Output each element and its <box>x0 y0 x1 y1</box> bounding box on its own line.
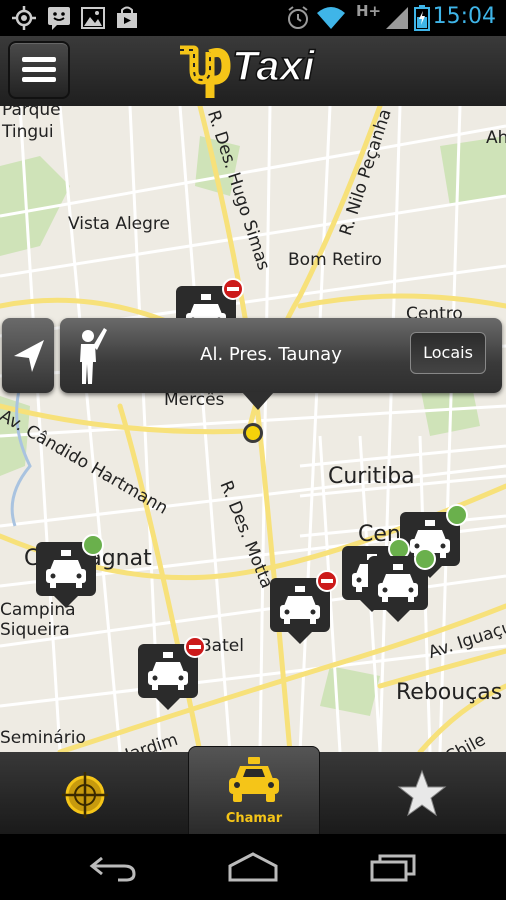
gallery-icon <box>81 7 105 29</box>
uptaxi-logo: Taxi <box>176 40 336 102</box>
busy-badge-icon <box>316 570 338 592</box>
map-label-vista-alegre: Vista Alegre <box>68 214 170 234</box>
busy-badge-icon <box>184 636 206 658</box>
available-badge-icon <box>446 504 468 526</box>
tab-favorites[interactable] <box>376 752 466 834</box>
pickup-address: Al. Pres. Taunay <box>200 344 342 365</box>
logo-text: Taxi <box>232 42 316 89</box>
alarm-icon <box>288 6 308 29</box>
busy-badge-icon <box>222 278 244 300</box>
map-label-parque: Parque <box>2 106 61 120</box>
map-label-merces: Mercês <box>164 390 225 410</box>
locais-button[interactable]: Locais <box>410 332 486 374</box>
bottom-tab-bar: Chamar <box>0 746 506 836</box>
home-icon[interactable] <box>226 852 280 882</box>
map-label-batel: Batel <box>200 636 244 656</box>
taxi-marker[interactable] <box>270 570 338 646</box>
recent-apps-icon[interactable] <box>368 852 418 882</box>
map-label-siqueira: Siqueira <box>0 620 70 640</box>
network-hplus-icon: H+ <box>356 2 382 20</box>
taxi-marker[interactable] <box>138 636 206 712</box>
status-time: 15:04 <box>432 4 496 29</box>
uptaxi-logo-mark: Taxi <box>180 41 317 98</box>
crosshair-icon <box>62 772 108 818</box>
taxi-marker[interactable] <box>36 534 104 610</box>
status-bar: H+ 15:04 <box>0 0 506 36</box>
map-label-ah: Ah <box>486 128 506 148</box>
hailing-person-icon <box>80 328 107 384</box>
battery-icon <box>414 5 430 31</box>
menu-button[interactable] <box>8 41 70 99</box>
back-icon[interactable] <box>88 852 138 882</box>
map-label-tingui: Tingui <box>2 122 54 142</box>
wifi-icon <box>317 7 345 29</box>
action-bar: Taxi <box>0 36 506 107</box>
map-label-curitiba: Curitiba <box>328 464 415 489</box>
store-icon <box>117 6 137 28</box>
tab-locate[interactable] <box>40 752 130 834</box>
available-badge-icon <box>82 534 104 556</box>
navigation-arrow-icon <box>14 340 44 372</box>
gps-icon <box>12 6 36 30</box>
map-label-seminario: Seminário <box>0 728 86 748</box>
menu-icon <box>22 57 56 62</box>
messenger-icon <box>48 7 70 30</box>
signal-icon <box>386 7 408 29</box>
taxi-marker[interactable] <box>368 548 436 624</box>
tab-chamar[interactable]: Chamar <box>188 746 320 836</box>
menu-icon-line <box>22 67 56 72</box>
map-view[interactable]: Parque Tingui Vista Alegre R. Des. Hugo … <box>0 106 506 752</box>
tab-chamar-label: Chamar <box>225 811 283 826</box>
taxi-icon <box>229 757 279 802</box>
star-icon <box>397 769 447 817</box>
address-bubble[interactable]: Al. Pres. Taunay Locais <box>60 318 502 410</box>
map-label-reboucas: Rebouças <box>396 680 503 705</box>
system-nav-bar <box>0 834 506 900</box>
menu-icon-line <box>22 77 56 82</box>
my-location-button[interactable] <box>2 318 54 393</box>
map-label-bom-retiro: Bom Retiro <box>288 250 382 270</box>
user-location-icon <box>243 423 263 443</box>
available-badge-icon <box>414 548 436 570</box>
bubble-pointer <box>242 392 274 410</box>
